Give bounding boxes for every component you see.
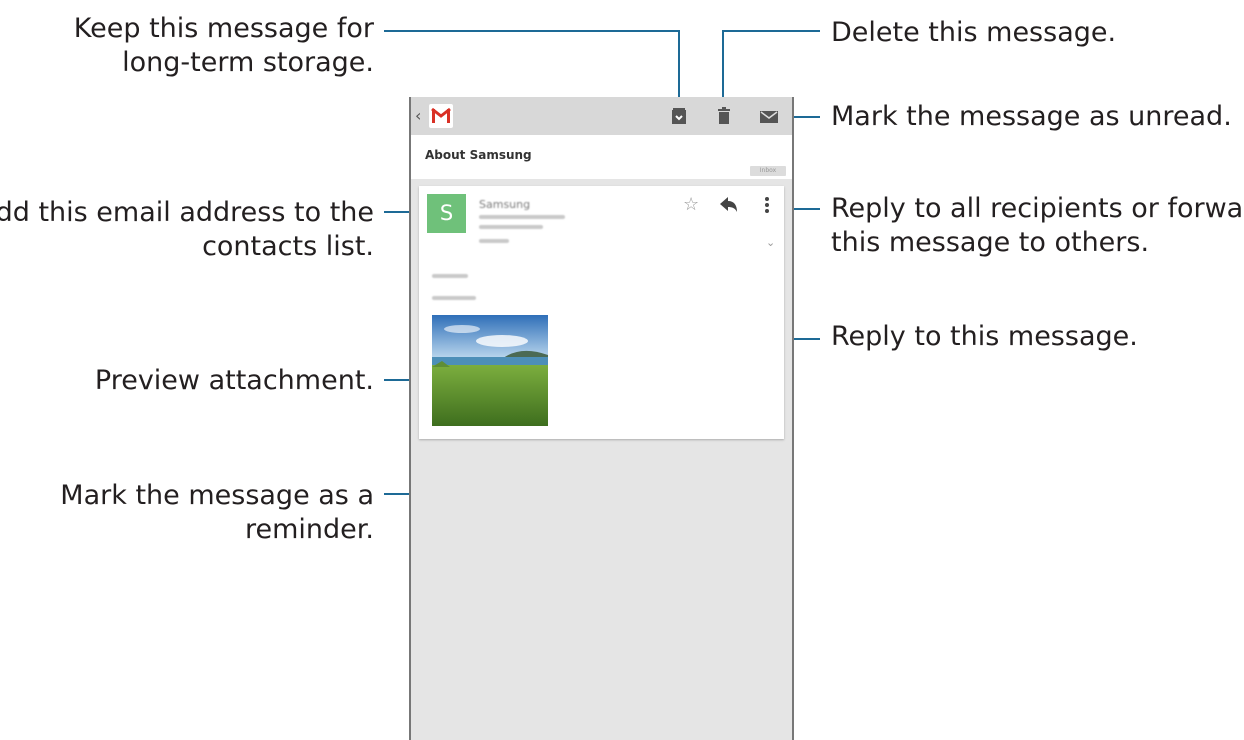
action-bar: ‹	[411, 97, 792, 135]
message-card: S Samsung ☆ ⌄	[419, 186, 784, 439]
inbox-label[interactable]: Inbox	[750, 166, 786, 176]
back-arrow-icon[interactable]: ‹	[415, 106, 421, 125]
star-icon[interactable]: ☆	[683, 194, 699, 215]
callout-delete: Delete this message.	[831, 17, 1117, 48]
message-body	[432, 274, 468, 278]
callout-reply-all: Reply to all recipients or forward this …	[831, 193, 1244, 258]
callout-unread: Mark the message as unread.	[831, 101, 1232, 132]
email-screen: ‹ About Samsung Inbox S Samsung ☆ ⌄	[409, 97, 794, 740]
reply-icon[interactable]	[719, 196, 739, 218]
message-recipients[interactable]	[479, 239, 509, 243]
leader-line	[722, 30, 724, 105]
callout-reply: Reply to this message.	[831, 321, 1138, 352]
attachments-heading	[432, 296, 476, 300]
gmail-logo[interactable]	[429, 104, 453, 128]
sender-avatar[interactable]: S	[427, 194, 466, 233]
callout-reminder: Mark the message as a reminder.	[60, 480, 374, 545]
envelope-icon[interactable]	[760, 109, 778, 128]
sender-email	[479, 215, 565, 219]
trash-icon[interactable]	[717, 107, 731, 129]
sender-name: Samsung	[479, 198, 531, 211]
subject-bar: About Samsung Inbox	[411, 135, 792, 179]
chevron-down-icon[interactable]: ⌄	[766, 236, 775, 249]
leader-line	[678, 30, 680, 105]
callout-add-contact: Add this email address to the contacts l…	[0, 197, 374, 262]
overflow-menu-icon[interactable]	[764, 196, 770, 218]
attachment-preview[interactable]	[432, 315, 548, 426]
archive-icon[interactable]	[671, 107, 687, 129]
leader-line	[384, 30, 680, 32]
leader-line	[722, 30, 820, 32]
callout-keep: Keep this message for long-term storage.	[73, 13, 374, 78]
message-date	[479, 225, 543, 229]
callout-preview: Preview attachment.	[94, 365, 374, 396]
email-subject: About Samsung	[425, 148, 532, 162]
